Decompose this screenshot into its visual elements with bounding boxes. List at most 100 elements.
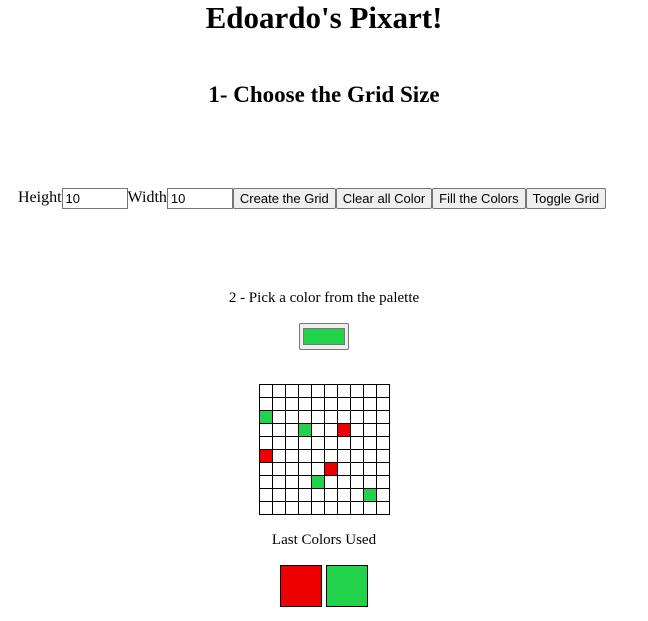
grid-cell[interactable] [337, 501, 351, 515]
grid-cell[interactable] [259, 449, 273, 463]
grid-cell[interactable] [311, 384, 325, 398]
grid-cell[interactable] [285, 501, 299, 515]
grid-cell[interactable] [311, 488, 325, 502]
grid-cell[interactable] [285, 488, 299, 502]
fill-colors-button[interactable]: Fill the Colors [432, 187, 526, 209]
grid-cell[interactable] [376, 449, 390, 463]
grid-cell[interactable] [376, 397, 390, 411]
grid-cell[interactable] [285, 397, 299, 411]
grid-cell[interactable] [259, 397, 273, 411]
grid-cell[interactable] [259, 501, 273, 515]
grid-cell[interactable] [324, 384, 338, 398]
grid-cell[interactable] [376, 410, 390, 424]
last-color-swatch[interactable] [326, 565, 368, 607]
grid-cell[interactable] [311, 436, 325, 450]
grid-cell[interactable] [337, 436, 351, 450]
grid-cell[interactable] [350, 384, 364, 398]
grid-cell[interactable] [272, 488, 286, 502]
grid-cell[interactable] [337, 475, 351, 489]
grid-cell[interactable] [350, 449, 364, 463]
grid-cell[interactable] [337, 384, 351, 398]
grid-cell[interactable] [285, 462, 299, 476]
clear-colors-button[interactable]: Clear all Color [335, 187, 433, 209]
grid-cell[interactable] [298, 423, 312, 437]
grid-cell[interactable] [324, 488, 338, 502]
grid-cell[interactable] [350, 475, 364, 489]
grid-cell[interactable] [324, 475, 338, 489]
grid-cell[interactable] [298, 475, 312, 489]
grid-cell[interactable] [272, 410, 286, 424]
grid-cell[interactable] [285, 449, 299, 463]
grid-cell[interactable] [311, 410, 325, 424]
grid-cell[interactable] [337, 410, 351, 424]
grid-cell[interactable] [259, 410, 273, 424]
grid-cell[interactable] [376, 423, 390, 437]
grid-cell[interactable] [324, 423, 338, 437]
create-grid-button[interactable]: Create the Grid [232, 187, 336, 209]
grid-cell[interactable] [272, 449, 286, 463]
grid-cell[interactable] [324, 436, 338, 450]
grid-cell[interactable] [350, 423, 364, 437]
grid-cell[interactable] [259, 423, 273, 437]
grid-cell[interactable] [272, 397, 286, 411]
grid-cell[interactable] [337, 397, 351, 411]
grid-cell[interactable] [272, 423, 286, 437]
grid-cell[interactable] [324, 397, 338, 411]
grid-cell[interactable] [272, 384, 286, 398]
grid-cell[interactable] [285, 410, 299, 424]
grid-cell[interactable] [337, 462, 351, 476]
grid-cell[interactable] [350, 488, 364, 502]
grid-cell[interactable] [363, 449, 377, 463]
grid-cell[interactable] [363, 436, 377, 450]
grid-cell[interactable] [259, 475, 273, 489]
grid-cell[interactable] [285, 475, 299, 489]
grid-cell[interactable] [350, 501, 364, 515]
grid-cell[interactable] [311, 462, 325, 476]
grid-cell[interactable] [311, 449, 325, 463]
grid-cell[interactable] [259, 384, 273, 398]
last-color-swatch[interactable] [280, 565, 322, 607]
grid-cell[interactable] [298, 449, 312, 463]
width-input[interactable] [166, 187, 233, 209]
grid-cell[interactable] [350, 410, 364, 424]
grid-cell[interactable] [376, 501, 390, 515]
grid-cell[interactable] [363, 475, 377, 489]
grid-cell[interactable] [298, 384, 312, 398]
grid-cell[interactable] [324, 449, 338, 463]
grid-cell[interactable] [285, 423, 299, 437]
grid-cell[interactable] [363, 384, 377, 398]
color-picker[interactable] [299, 323, 349, 350]
grid-cell[interactable] [350, 436, 364, 450]
height-input[interactable] [61, 187, 128, 209]
grid-cell[interactable] [298, 501, 312, 515]
grid-cell[interactable] [259, 462, 273, 476]
grid-cell[interactable] [298, 488, 312, 502]
grid-cell[interactable] [363, 410, 377, 424]
grid-cell[interactable] [324, 501, 338, 515]
grid-cell[interactable] [363, 462, 377, 476]
grid-cell[interactable] [272, 436, 286, 450]
grid-cell[interactable] [298, 436, 312, 450]
grid-cell[interactable] [259, 488, 273, 502]
grid-cell[interactable] [298, 410, 312, 424]
grid-cell[interactable] [350, 397, 364, 411]
grid-cell[interactable] [259, 436, 273, 450]
grid-cell[interactable] [272, 475, 286, 489]
grid-cell[interactable] [311, 397, 325, 411]
grid-cell[interactable] [350, 462, 364, 476]
toggle-grid-button[interactable]: Toggle Grid [525, 187, 607, 209]
grid-cell[interactable] [337, 488, 351, 502]
grid-cell[interactable] [376, 475, 390, 489]
grid-cell[interactable] [376, 462, 390, 476]
grid-cell[interactable] [337, 423, 351, 437]
grid-cell[interactable] [324, 410, 338, 424]
grid-cell[interactable] [311, 423, 325, 437]
grid-cell[interactable] [376, 488, 390, 502]
grid-cell[interactable] [272, 501, 286, 515]
grid-cell[interactable] [298, 397, 312, 411]
grid-cell[interactable] [376, 384, 390, 398]
grid-cell[interactable] [298, 462, 312, 476]
grid-cell[interactable] [363, 501, 377, 515]
grid-cell[interactable] [363, 397, 377, 411]
grid-cell[interactable] [324, 462, 338, 476]
